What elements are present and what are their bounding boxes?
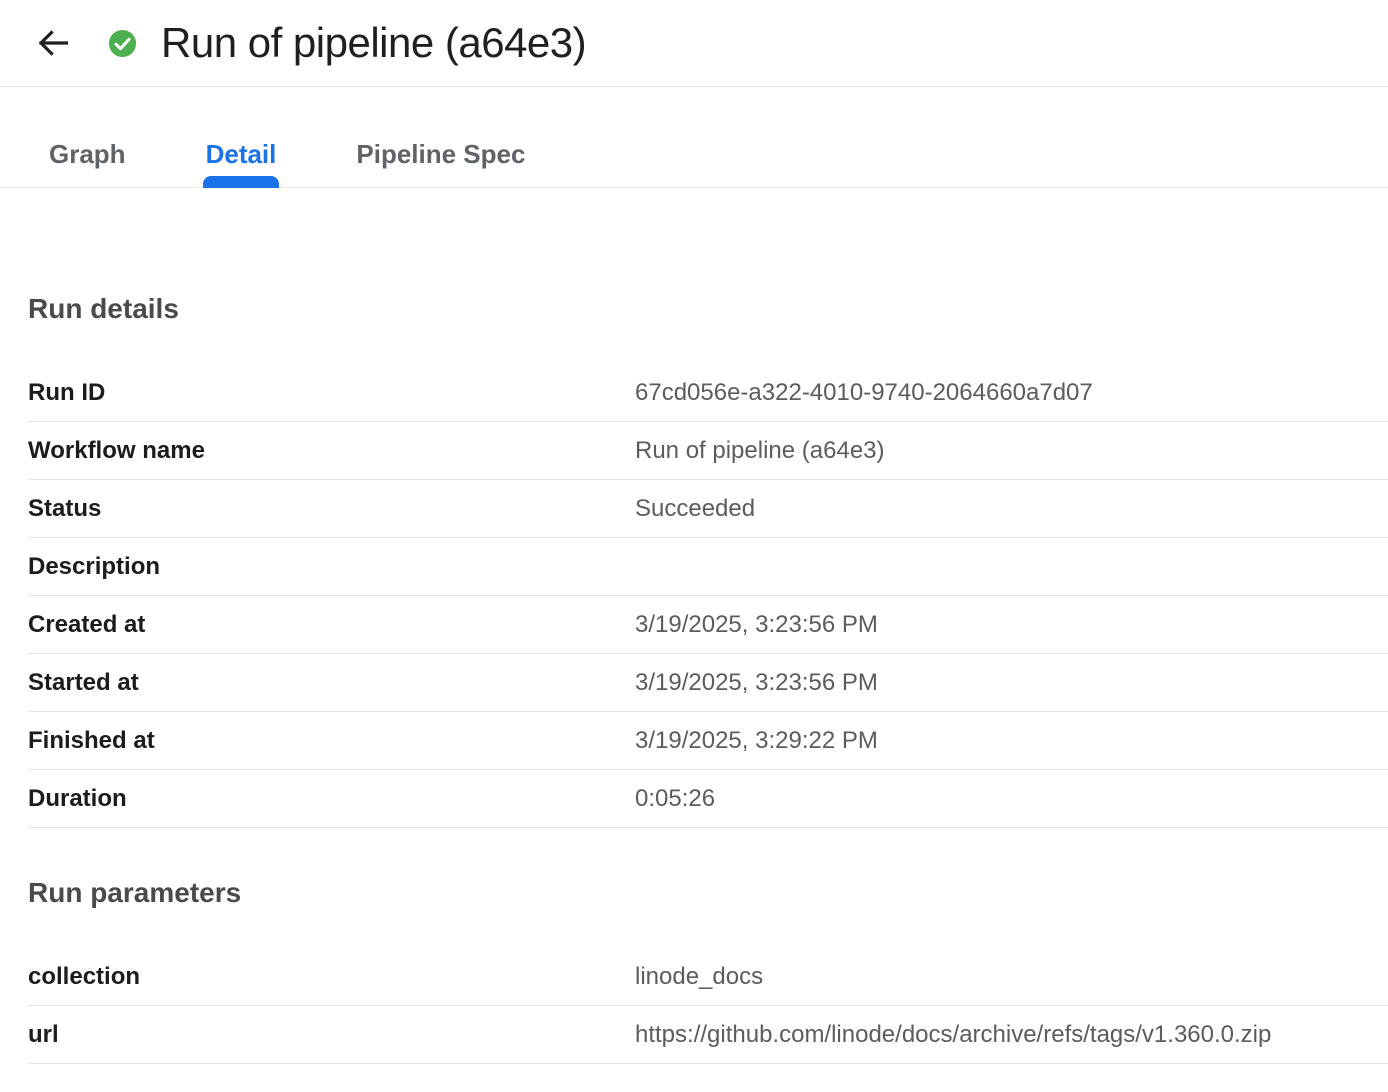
row-value: 0:05:26 bbox=[635, 785, 1388, 813]
row-value: 3/19/2025, 3:23:56 PM bbox=[635, 611, 1388, 639]
run-parameters-heading: Run parameters bbox=[28, 876, 1388, 910]
back-button[interactable] bbox=[33, 23, 73, 63]
run-parameters-table: collectionlinode_docsurlhttps://github.c… bbox=[28, 948, 1388, 1064]
row-label: Created at bbox=[28, 611, 635, 639]
table-row: Finished at3/19/2025, 3:29:22 PM bbox=[28, 712, 1388, 770]
table-row: Workflow nameRun of pipeline (a64e3) bbox=[28, 422, 1388, 480]
run-header: Run of pipeline (a64e3) bbox=[0, 0, 1388, 87]
tab-pipeline-spec[interactable]: Pipeline Spec bbox=[356, 139, 525, 187]
row-value: linode_docs bbox=[635, 963, 1388, 991]
table-row: Duration0:05:26 bbox=[28, 770, 1388, 828]
row-label: Duration bbox=[28, 785, 635, 813]
run-detail-page: Run of pipeline (a64e3) Graph Detail Pipel… bbox=[0, 0, 1388, 1064]
row-label: Status bbox=[28, 495, 635, 523]
run-details-table: Run ID67cd056e-a322-4010-9740-2064660a7d… bbox=[28, 364, 1388, 828]
table-row: urlhttps://github.com/linode/docs/archiv… bbox=[28, 1006, 1388, 1064]
tab-detail[interactable]: Detail bbox=[206, 139, 277, 187]
row-label: Description bbox=[28, 553, 635, 581]
table-row: Created at3/19/2025, 3:23:56 PM bbox=[28, 596, 1388, 654]
row-label: Workflow name bbox=[28, 437, 635, 465]
row-label: collection bbox=[28, 963, 635, 991]
row-label: Run ID bbox=[28, 379, 635, 407]
row-label: Started at bbox=[28, 669, 635, 697]
back-arrow-icon bbox=[35, 25, 71, 61]
row-value: Run of pipeline (a64e3) bbox=[635, 437, 1388, 465]
active-tab-indicator bbox=[203, 176, 280, 188]
run-detail-content: Run details Run ID67cd056e-a322-4010-974… bbox=[0, 292, 1388, 1064]
tab-label: Pipeline Spec bbox=[356, 139, 525, 169]
tab-bar: Graph Detail Pipeline Spec bbox=[0, 87, 1388, 188]
run-succeeded-icon bbox=[107, 28, 138, 59]
table-row: Started at3/19/2025, 3:23:56 PM bbox=[28, 654, 1388, 712]
page-title: Run of pipeline (a64e3) bbox=[161, 19, 586, 67]
table-row: Description bbox=[28, 538, 1388, 596]
table-row: StatusSucceeded bbox=[28, 480, 1388, 538]
row-value: https://github.com/linode/docs/archive/r… bbox=[635, 1021, 1388, 1049]
row-value: 3/19/2025, 3:29:22 PM bbox=[635, 727, 1388, 755]
row-value: Succeeded bbox=[635, 495, 1388, 523]
row-label: Finished at bbox=[28, 727, 635, 755]
table-row: Run ID67cd056e-a322-4010-9740-2064660a7d… bbox=[28, 364, 1388, 422]
table-row: collectionlinode_docs bbox=[28, 948, 1388, 1006]
tab-label: Graph bbox=[49, 139, 126, 169]
row-value: 3/19/2025, 3:23:56 PM bbox=[635, 669, 1388, 697]
row-label: url bbox=[28, 1021, 635, 1049]
tab-label: Detail bbox=[206, 139, 277, 169]
run-details-heading: Run details bbox=[28, 292, 1388, 326]
tab-graph[interactable]: Graph bbox=[49, 139, 126, 187]
row-value: 67cd056e-a322-4010-9740-2064660a7d07 bbox=[635, 379, 1388, 407]
